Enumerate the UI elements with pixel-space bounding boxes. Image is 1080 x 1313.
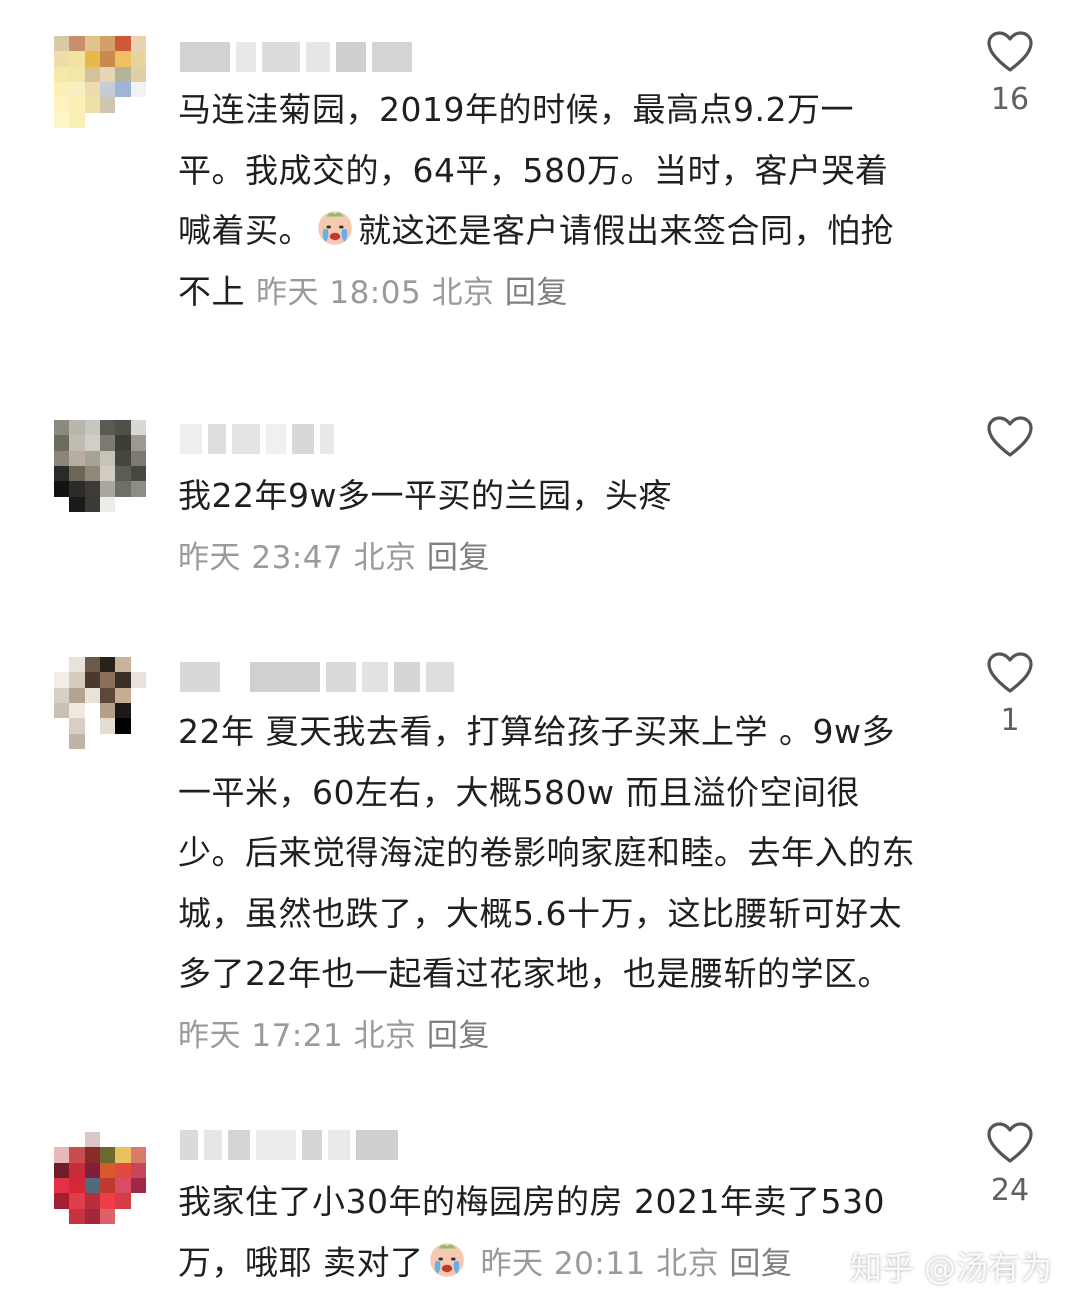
heart-icon: [987, 1122, 1033, 1163]
like-button[interactable]: 1: [970, 651, 1050, 739]
crying-face-emoji: [318, 211, 352, 245]
comment-time: 昨天 20:11: [480, 1245, 646, 1282]
comment-location: 北京: [353, 539, 417, 576]
like-button[interactable]: 16: [970, 30, 1050, 118]
zhihu-watermark: 知乎 @汤有为: [850, 1249, 1053, 1287]
like-count: 16: [990, 82, 1030, 117]
comment-meta: 昨天 17:21 北京 回复: [178, 1018, 490, 1054]
comment-location: 北京: [656, 1245, 720, 1282]
crying-face-emoji: [429, 1242, 464, 1277]
avatar[interactable]: [54, 36, 146, 128]
comment-body: 我22年9w多一平买的兰园，头疼: [178, 476, 672, 515]
like-button[interactable]: 24: [970, 1121, 1050, 1209]
comment-text: 马连洼菊园，2019年的时候，最高点9.2万一平。我成交的，64平，580万。当…: [178, 80, 918, 323]
heart-icon: [987, 31, 1033, 72]
reply-button[interactable]: 回复: [427, 1018, 490, 1054]
like-count: 24: [990, 1173, 1030, 1208]
like-count: 1: [1000, 703, 1020, 738]
username-blurred[interactable]: [180, 420, 334, 458]
reply-button[interactable]: 回复: [427, 540, 490, 576]
reply-button[interactable]: 回复: [729, 1246, 792, 1282]
heart-icon: [987, 652, 1033, 693]
username-blurred[interactable]: [180, 658, 454, 696]
like-button[interactable]: [970, 415, 1050, 503]
comment-body: 22年 夏天我去看，打算给孩子买来上学 。9w多一平米，60左右，大概580w …: [178, 712, 915, 993]
comment-time: 昨天 17:21: [178, 1017, 344, 1054]
comment-location: 北京: [353, 1017, 417, 1054]
comment-meta: 昨天 18:05 北京 回复: [256, 275, 568, 311]
reply-button[interactable]: 回复: [505, 275, 568, 311]
comment-meta: 昨天 20:11 北京 回复: [481, 1246, 793, 1282]
comment-text: 我22年9w多一平买的兰园，头疼 昨天 23:47 北京 回复: [178, 466, 918, 588]
like-count: [970, 467, 1050, 503]
avatar[interactable]: [54, 420, 146, 512]
comment-location: 北京: [431, 274, 495, 311]
heart-icon: [987, 416, 1033, 457]
avatar[interactable]: [54, 1132, 146, 1224]
comment-text: 我家住了小30年的梅园房的房 2021年卖了530万，哦耶 卖对了 昨天 20:…: [178, 1172, 918, 1294]
comment-time: 昨天 18:05: [256, 274, 422, 311]
comment-text: 22年 夏天我去看，打算给孩子买来上学 。9w多一平米，60左右，大概580w …: [178, 702, 918, 1066]
avatar[interactable]: [54, 657, 146, 749]
comment-time: 昨天 23:47: [178, 539, 344, 576]
comment-meta: 昨天 23:47 北京 回复: [178, 540, 490, 576]
username-blurred[interactable]: [180, 1126, 398, 1164]
username-blurred[interactable]: [180, 38, 412, 76]
